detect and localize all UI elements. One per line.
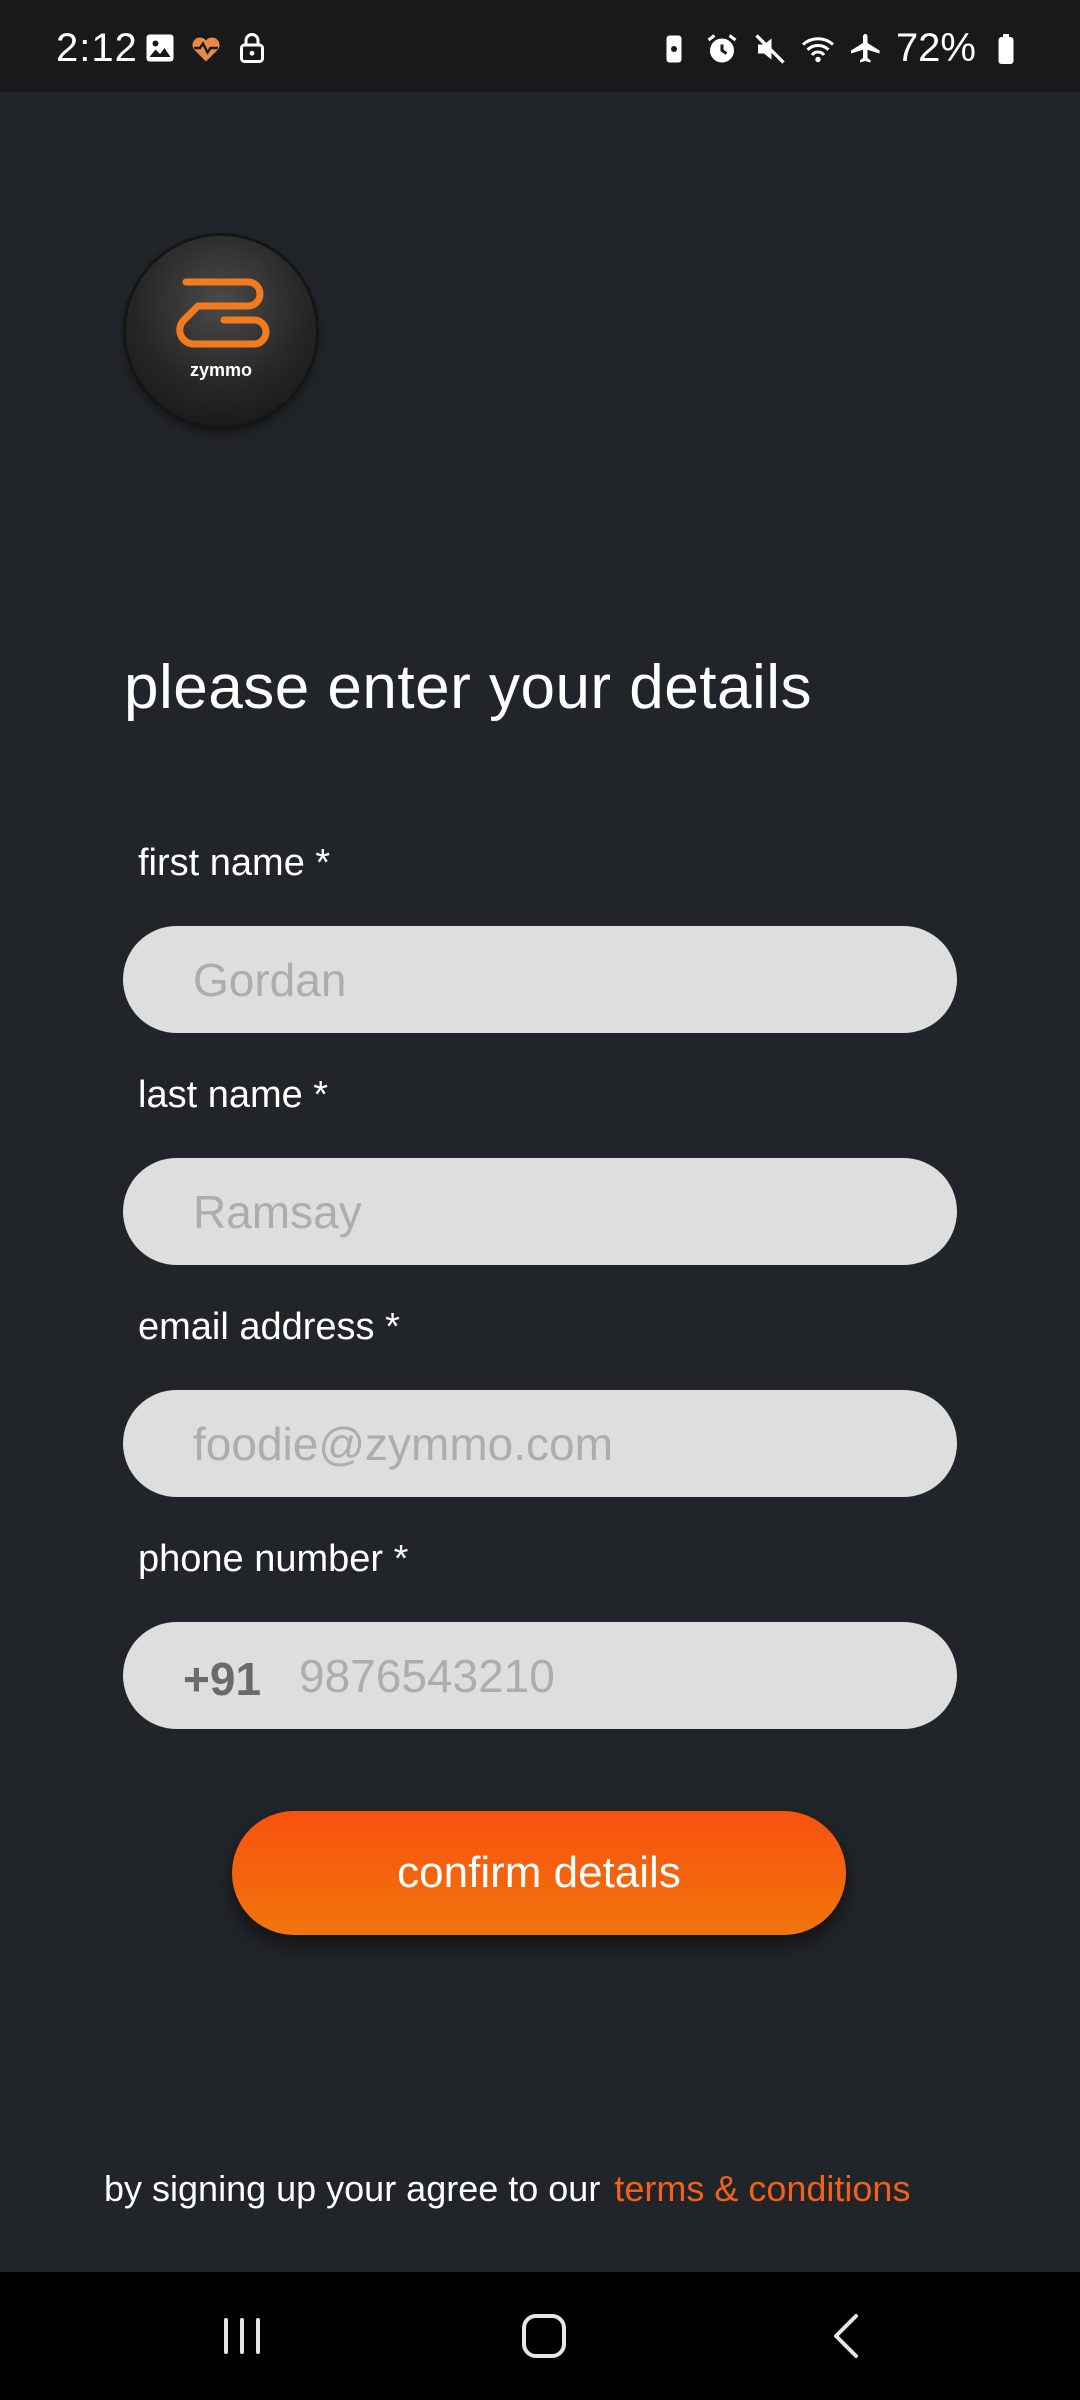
- email-field[interactable]: [123, 1390, 957, 1497]
- terms-conditions-link[interactable]: terms & conditions: [614, 2168, 910, 2209]
- wifi-icon: [800, 31, 836, 67]
- lock-icon: [234, 30, 270, 66]
- first-name-label: first name *: [138, 842, 331, 884]
- signup-details-screen: 2:12 72% zymmo please enter your details…: [0, 0, 1080, 2400]
- zymmo-logo: zymmo: [126, 236, 316, 426]
- recents-icon[interactable]: [212, 2306, 272, 2366]
- status-system-icons: 72%: [656, 26, 1024, 71]
- mute-icon: [752, 31, 788, 67]
- airplane-icon: [848, 31, 884, 67]
- status-time: 2:12: [56, 26, 138, 70]
- battery-saver-icon: [656, 31, 692, 67]
- last-name-label: last name *: [138, 1074, 329, 1116]
- page-title: please enter your details: [124, 653, 813, 722]
- confirm-details-button[interactable]: confirm details: [232, 1811, 846, 1935]
- heart-icon: [188, 30, 224, 66]
- first-name-field[interactable]: [123, 926, 957, 1033]
- last-name-input[interactable]: [193, 1158, 913, 1265]
- battery-icon: [988, 31, 1024, 67]
- zymmo-logo-mark: [176, 278, 270, 348]
- phone-label: phone number *: [138, 1538, 409, 1580]
- navigation-bar: [0, 2272, 1080, 2400]
- phone-input[interactable]: [299, 1622, 919, 1729]
- terms-notice: by signing up your agree to our terms & c…: [104, 2168, 910, 2210]
- email-label: email address *: [138, 1306, 400, 1348]
- logo-text: zymmo: [189, 360, 252, 380]
- last-name-field[interactable]: [123, 1158, 957, 1265]
- terms-notice-text: by signing up your agree to our: [104, 2168, 601, 2209]
- status-bar: 2:12 72%: [0, 0, 1080, 92]
- home-icon[interactable]: [514, 2306, 574, 2366]
- alarm-icon: [704, 31, 740, 67]
- back-icon[interactable]: [818, 2306, 878, 2366]
- battery-percentage: 72%: [895, 26, 976, 70]
- status-notification-icons: [142, 30, 270, 66]
- first-name-input[interactable]: [193, 926, 913, 1033]
- phone-country-code: +91: [183, 1653, 262, 1705]
- image-icon: [142, 30, 178, 66]
- email-input[interactable]: [193, 1390, 913, 1497]
- phone-field[interactable]: +91: [123, 1622, 957, 1729]
